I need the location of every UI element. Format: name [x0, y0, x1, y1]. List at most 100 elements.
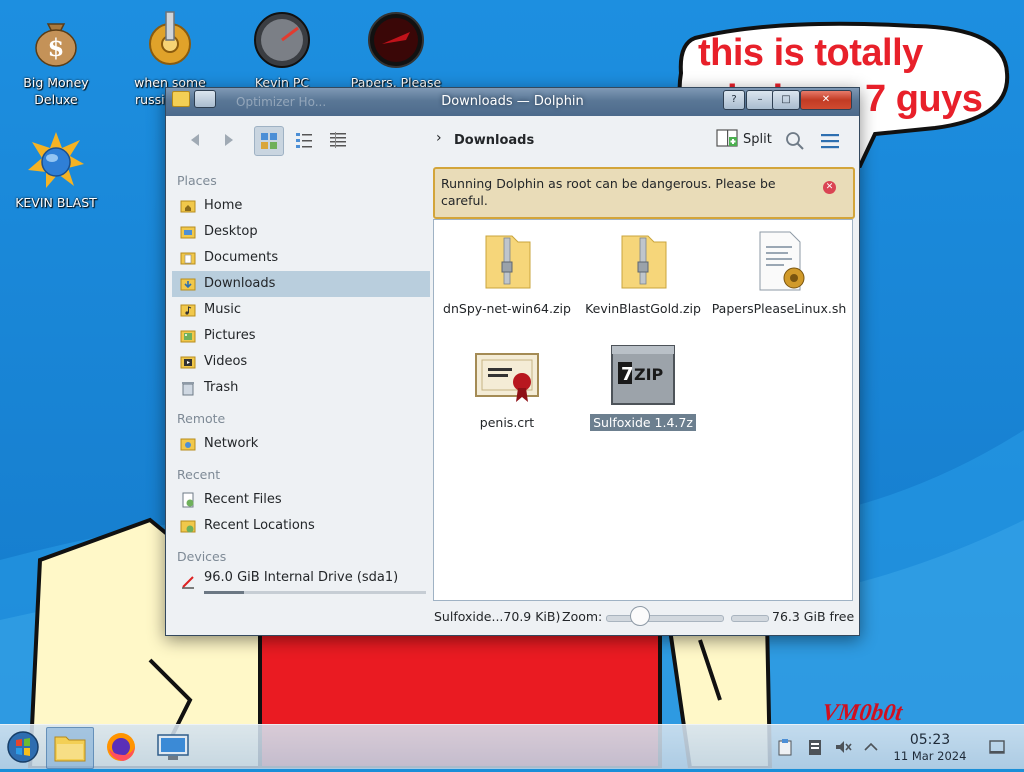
icons-view-button[interactable] [254, 126, 284, 156]
compact-view-button[interactable] [290, 126, 318, 154]
gear-icon [140, 10, 200, 70]
recent-locations-icon [180, 520, 196, 533]
file-item[interactable]: PapersPleaseLinux.sh [709, 220, 849, 318]
file-view[interactable]: dnSpy-net-win64.zip KevinBlastGold.zip P… [433, 219, 853, 601]
hamburger-menu-button[interactable] [820, 132, 840, 150]
sidebar-item-network[interactable]: Network [172, 431, 430, 457]
device-notifier-icon[interactable] [806, 738, 824, 756]
chevron-up-icon[interactable] [862, 738, 880, 756]
file-name: PapersPleaseLinux.sh [711, 301, 847, 316]
windows-orb-icon [7, 731, 39, 763]
details-view-button[interactable] [324, 126, 352, 154]
toolbar: › Downloads Split [166, 116, 859, 166]
breadcrumb[interactable]: Downloads [454, 133, 534, 148]
details-icon [330, 132, 346, 148]
window-titlebar[interactable]: Optimizer Ho... Downloads — Dolphin ? – … [166, 88, 859, 116]
clock-time[interactable]: 05:23 [895, 732, 965, 748]
desktop-icon-label: KEVIN BLAST [15, 195, 97, 210]
back-button[interactable] [182, 126, 210, 154]
drive-usage-bar [204, 591, 426, 594]
taskbar-system-settings[interactable] [150, 727, 196, 767]
taskbar: 05:23 11 Mar 2024 [0, 724, 1024, 769]
sidebar-item-internal-drive[interactable]: 96.0 GiB Internal Drive (sda1) [172, 569, 430, 597]
file-item[interactable]: KevinBlastGold.zip [573, 220, 713, 318]
sidebar-item-desktop[interactable]: Desktop [172, 219, 430, 245]
free-space-text: 76.3 GiB free [772, 609, 855, 624]
file-item[interactable]: penis.crt [437, 334, 577, 432]
free-space-bar [731, 615, 769, 622]
split-label: Split [743, 132, 772, 147]
documents-folder-icon [180, 252, 196, 265]
list-icon [296, 133, 312, 148]
certificate-icon [474, 342, 540, 408]
7zip-icon: 7 ZIP [610, 342, 676, 408]
network-folder-icon [180, 438, 196, 451]
pictures-folder-icon [180, 330, 196, 343]
desktop-icon-label: Big Money Deluxe [23, 75, 89, 107]
speedometer-icon [252, 10, 312, 70]
money-bag-icon: $ [26, 10, 86, 70]
sidebar-item-pictures[interactable]: Pictures [172, 323, 430, 349]
watermark-text: VM0b0t [820, 700, 904, 726]
music-folder-icon [180, 304, 196, 317]
zoom-slider-handle[interactable] [630, 606, 650, 626]
svg-text:ZIP: ZIP [634, 365, 664, 384]
downloads-folder-icon [180, 278, 196, 291]
sidebar-item-recent-locations[interactable]: Recent Locations [172, 513, 430, 539]
desktop-icon-kevin-blast[interactable]: KEVIN BLAST [6, 122, 106, 211]
file-name: KevinBlastGold.zip [585, 301, 701, 316]
clock-date[interactable]: 11 Mar 2024 [885, 749, 975, 763]
sidebar-item-trash[interactable]: Trash [172, 375, 430, 401]
recent-heading: Recent [177, 467, 221, 482]
papers-please-icon [366, 10, 426, 70]
sidebar-item-documents[interactable]: Documents [172, 245, 430, 271]
split-view-icon [716, 129, 738, 147]
status-file-info: Sulfoxide...70.9 KiB) [434, 609, 561, 624]
warning-text: Running Dolphin as root can be dangerous… [441, 176, 776, 208]
sidebar-item-music[interactable]: Music [172, 297, 430, 323]
minimize-button[interactable]: – [746, 90, 774, 110]
sidebar-item-videos[interactable]: Videos [172, 349, 430, 375]
file-item-selected[interactable]: 7 ZIP Sulfoxide 1.4.7z [573, 334, 713, 432]
desktop-icon-papers-please[interactable]: Papers, Please [346, 2, 446, 91]
file-name: dnSpy-net-win64.zip [443, 301, 571, 316]
icon-grid-icon [261, 133, 277, 149]
root-warning-banner: Running Dolphin as root can be dangerous… [433, 167, 855, 219]
dolphin-window: Optimizer Ho... Downloads — Dolphin ? – … [165, 87, 860, 636]
remote-heading: Remote [177, 411, 226, 426]
drive-usage-fill [204, 591, 244, 594]
firefox-icon [107, 733, 135, 761]
close-button[interactable]: ✕ [800, 90, 852, 110]
file-name: Sulfoxide 1.4.7z [573, 414, 713, 432]
zip-folder-icon [610, 228, 676, 294]
show-desktop-icon[interactable] [988, 738, 1006, 756]
zip-folder-icon [474, 228, 540, 294]
search-button[interactable] [784, 130, 806, 152]
close-warning-icon[interactable]: ✕ [823, 181, 836, 194]
taskbar-file-manager[interactable] [46, 727, 94, 769]
taskbar-firefox[interactable] [98, 727, 144, 767]
places-heading: Places [177, 173, 217, 188]
file-item[interactable]: dnSpy-net-win64.zip [437, 220, 577, 318]
arrow-left-icon [191, 134, 199, 146]
volume-muted-icon[interactable] [834, 738, 852, 756]
zoom-slider[interactable] [606, 615, 724, 622]
svg-text:7: 7 [621, 364, 634, 385]
split-button[interactable]: Split [716, 128, 776, 152]
chevron-right-icon: › [436, 130, 442, 146]
clipboard-icon[interactable] [776, 738, 794, 756]
home-folder-icon [180, 200, 196, 213]
start-button[interactable] [0, 727, 46, 767]
sidebar-item-home[interactable]: Home [172, 193, 430, 219]
hamburger-icon [821, 134, 839, 149]
arrow-right-icon [225, 134, 233, 146]
status-bar: Sulfoxide...70.9 KiB) Zoom: 76.3 GiB fre… [166, 602, 859, 632]
desktop-folder-icon [180, 226, 196, 239]
sidebar-item-downloads[interactable]: Downloads [172, 271, 430, 297]
desktop-icon-big-money[interactable]: $ Big Money Deluxe [6, 2, 106, 108]
help-button[interactable]: ? [723, 90, 745, 110]
maximize-button[interactable]: □ [772, 90, 800, 110]
drive-icon [182, 576, 194, 589]
sidebar-item-recent-files[interactable]: Recent Files [172, 487, 430, 513]
forward-button[interactable] [214, 126, 242, 154]
